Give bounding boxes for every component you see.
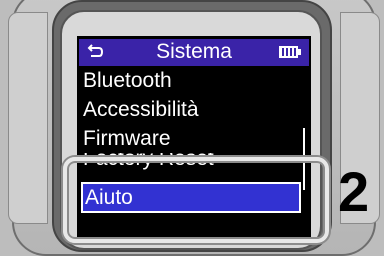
- title-bar: Sistema: [79, 39, 309, 66]
- step-number: 2: [338, 160, 370, 223]
- device-side-left: [8, 12, 48, 224]
- menu-item-firmware[interactable]: Firmware: [81, 124, 303, 153]
- callout-highlight-box: [63, 157, 329, 243]
- battery-icon: [279, 45, 301, 58]
- screen-title: Sistema: [156, 40, 232, 63]
- menu-item-accessibilita[interactable]: Accessibilità: [81, 95, 303, 124]
- menu-item-bluetooth[interactable]: Bluetooth: [81, 66, 303, 95]
